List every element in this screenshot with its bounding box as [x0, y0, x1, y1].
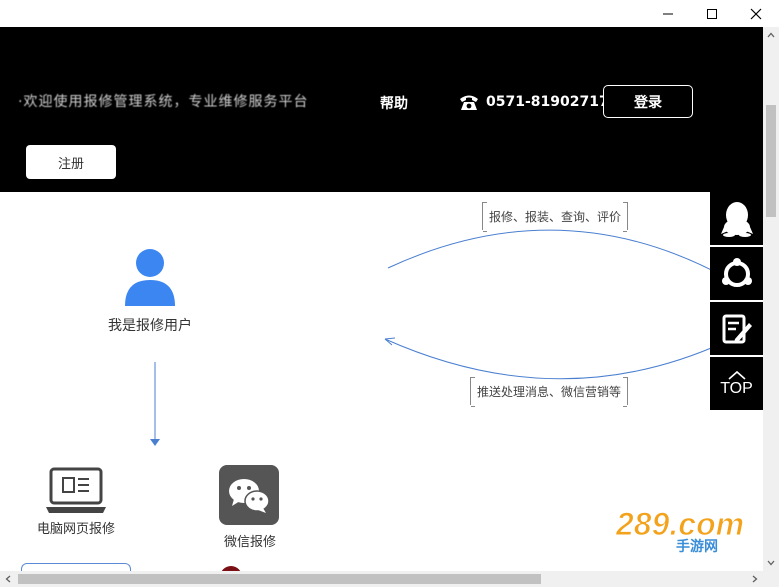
horizontal-scrollbar[interactable]	[0, 571, 763, 587]
qq-icon	[720, 201, 753, 237]
vertical-scroll-thumb[interactable]	[766, 105, 776, 217]
watermark-subtext: 手游网	[676, 538, 718, 553]
down-arrowhead	[150, 439, 160, 446]
wechat-repair-label: 微信报修	[223, 535, 276, 550]
phone-number: 0571-81902717	[486, 94, 609, 110]
user-label: 我是报修用户	[108, 318, 192, 334]
sidebar-item-share[interactable]	[710, 247, 763, 300]
minimize-button[interactable]	[645, 0, 691, 27]
top-curve-arrow	[387, 229, 726, 278]
maximize-icon	[707, 8, 717, 19]
minimize-icon	[663, 13, 673, 14]
telephone-icon	[460, 95, 478, 110]
register-button[interactable]: 注册	[26, 145, 116, 179]
watermark-logo: 289.com 手游网	[615, 506, 745, 554]
network-icon	[721, 257, 752, 287]
computer-icon	[46, 467, 106, 513]
chevron-up-icon	[767, 32, 775, 38]
scroll-left-arrow[interactable]	[0, 571, 16, 587]
vertical-scrollbar[interactable]	[763, 27, 779, 571]
pc-entry-button[interactable]	[21, 563, 131, 571]
request-label: 报修、报装、查询、评价	[482, 202, 629, 232]
edit-icon	[722, 314, 752, 343]
sidebar-item-feedback[interactable]	[710, 302, 763, 355]
chevron-up-icon	[727, 370, 746, 380]
wechat-icon	[229, 479, 270, 513]
scrollbar-corner	[763, 571, 779, 587]
page-viewport: ·欢迎使用报修管理系统，专业维修服务平台 帮助 0571-81902717 登录…	[0, 27, 763, 571]
watermark-text: 289.com	[615, 506, 744, 542]
login-button[interactable]: 登录	[603, 85, 693, 118]
browser-window: ·欢迎使用报修管理系统，专业维修服务平台 帮助 0571-81902717 登录…	[0, 0, 779, 587]
sidebar-item-qq[interactable]	[710, 192, 763, 245]
chevron-down-icon	[767, 560, 775, 566]
scroll-down-arrow[interactable]	[763, 555, 779, 571]
scroll-up-arrow[interactable]	[763, 27, 779, 43]
bottom-curve-arrow	[384, 338, 726, 380]
push-label: 推送处理消息、微信营销等	[470, 377, 629, 407]
horizontal-scroll-thumb[interactable]	[18, 574, 541, 584]
float-sidebar: TOP	[710, 192, 763, 412]
chevron-left-icon	[5, 575, 11, 583]
close-button[interactable]	[733, 0, 779, 27]
chevron-right-icon	[752, 575, 758, 583]
wechat-tile	[219, 465, 279, 525]
top-label: TOP	[720, 380, 753, 397]
close-icon	[750, 8, 762, 19]
help-link[interactable]: 帮助	[380, 93, 408, 113]
scroll-right-arrow[interactable]	[747, 571, 763, 587]
pc-repair-label: 电脑网页报修	[36, 522, 115, 537]
back-to-top-button[interactable]: TOP	[710, 357, 763, 410]
hotline: 0571-81902717	[458, 91, 609, 113]
site-header: ·欢迎使用报修管理系统，专业维修服务平台 帮助 0571-81902717 登录…	[0, 27, 763, 192]
maximize-button[interactable]	[689, 0, 735, 27]
title-bar	[0, 0, 779, 27]
scrolling-notice: ·欢迎使用报修管理系统，专业维修服务平台	[18, 94, 309, 110]
user-icon	[125, 249, 175, 306]
